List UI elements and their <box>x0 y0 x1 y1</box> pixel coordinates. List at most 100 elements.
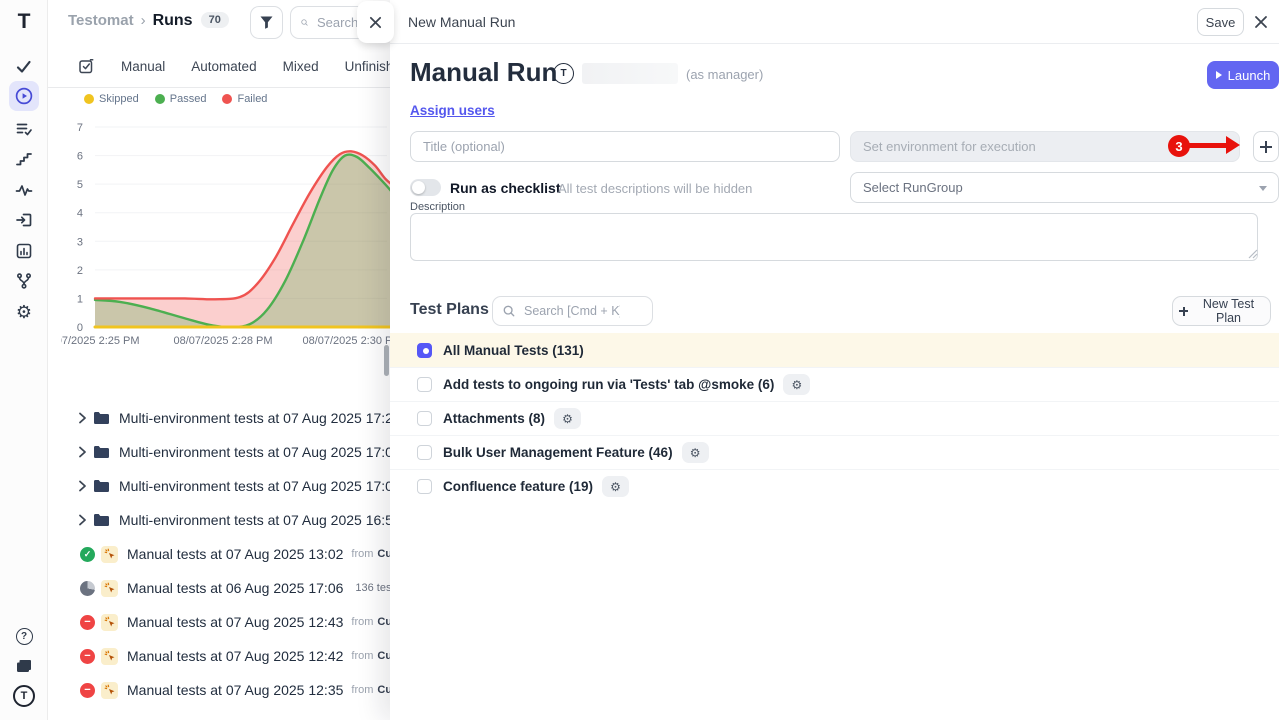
new-manual-run-panel: New Manual Run Save Manual Run T (as man… <box>390 0 1279 720</box>
run-label: Multi-environment tests at 07 Aug 2025 1… <box>119 410 390 426</box>
close-icon <box>1254 15 1268 29</box>
tab-automated[interactable]: Automated <box>191 59 256 74</box>
settings-nav[interactable]: ⚙ <box>0 301 48 323</box>
panel-edge-close-button[interactable] <box>357 1 394 43</box>
annotation-arrowhead-icon <box>1226 136 1240 154</box>
test-plans-heading: Test Plans <box>410 301 489 319</box>
testomat-logo[interactable]: T <box>0 8 48 36</box>
save-button[interactable]: Save <box>1197 8 1244 36</box>
run-row[interactable]: Manual tests at 07 Aug 2025 12:42 from C… <box>48 639 390 673</box>
run-folder-row[interactable]: Multi-environment tests at 07 Aug 2025 1… <box>48 401 390 435</box>
new-test-plan-label: New Test Plan <box>1193 297 1264 325</box>
legend-dot <box>84 94 94 104</box>
runs-check-icon[interactable] <box>0 57 48 77</box>
legend-dot <box>222 94 232 104</box>
pulse-icon[interactable] <box>0 180 48 200</box>
test-plan-label: Bulk User Management Feature (46) <box>443 445 673 460</box>
test-plan-label: Confluence feature (19) <box>443 479 593 494</box>
test-plan-row[interactable]: Bulk User Management Feature (46) ⚙ <box>390 435 1279 469</box>
test-plan-checkbox[interactable] <box>417 377 432 392</box>
legend-item-skipped[interactable]: Skipped <box>84 93 139 105</box>
add-environment-button[interactable] <box>1253 131 1279 162</box>
test-plans-search-input[interactable] <box>522 303 622 319</box>
legend-item-failed[interactable]: Failed <box>222 93 267 105</box>
svg-text:5: 5 <box>77 179 83 191</box>
tab-mixed[interactable]: Mixed <box>283 59 319 74</box>
folder-icon <box>93 513 110 527</box>
new-test-plan-button[interactable]: New Test Plan <box>1172 296 1271 326</box>
run-heading: Manual Run <box>410 57 557 88</box>
chevron-right-icon[interactable] <box>78 514 87 526</box>
test-plan-settings-button[interactable]: ⚙ <box>682 442 709 463</box>
chart-legend: Skipped Passed Failed <box>84 93 267 105</box>
test-plan-settings-button[interactable]: ⚙ <box>783 374 810 395</box>
test-plan-checkbox[interactable] <box>417 411 432 426</box>
svg-text:08/07/2025 2:28 PM: 08/07/2025 2:28 PM <box>173 335 272 347</box>
gear-icon: ⚙ <box>791 379 802 391</box>
description-textarea[interactable] <box>410 213 1258 261</box>
run-label: Manual tests at 06 Aug 2025 17:06 <box>127 580 343 596</box>
runs-list-scrollbar[interactable] <box>384 345 389 376</box>
legend-item-passed[interactable]: Passed <box>155 93 207 105</box>
breadcrumb-page[interactable]: Runs <box>153 12 193 29</box>
panel-close-button[interactable] <box>1251 12 1271 32</box>
run-folder-row[interactable]: Multi-environment tests at 07 Aug 2025 1… <box>48 503 390 537</box>
test-plan-row[interactable]: All Manual Tests (131) <box>390 333 1279 367</box>
breadcrumb-app[interactable]: Testomat <box>68 12 134 29</box>
svg-text:4: 4 <box>77 208 83 220</box>
manual-run-icon <box>101 648 118 665</box>
test-plan-checkbox[interactable] <box>417 343 432 358</box>
runs-nav-active[interactable] <box>0 81 48 111</box>
run-meta-prefix: from <box>351 684 373 696</box>
chevron-right-icon[interactable] <box>78 446 87 458</box>
test-plan-label: All Manual Tests (131) <box>443 343 584 358</box>
test-plan-row[interactable]: Add tests to ongoing run via 'Tests' tab… <box>390 367 1279 401</box>
filter-button[interactable] <box>250 6 283 39</box>
test-plan-settings-button[interactable]: ⚙ <box>554 408 581 429</box>
tab-manual[interactable]: Manual <box>121 59 165 74</box>
run-row[interactable]: Manual tests at 07 Aug 2025 12:43 from C… <box>48 605 390 639</box>
steps-icon[interactable] <box>0 149 48 169</box>
breadcrumb: Testomat›Runs70 <box>68 12 229 30</box>
rungroup-select[interactable]: Select RunGroup <box>850 172 1279 203</box>
run-row[interactable]: Manual tests at 06 Aug 2025 17:06 136 te… <box>48 571 390 605</box>
test-plan-row[interactable]: Attachments (8) ⚙ <box>390 401 1279 435</box>
icon-rail: T ⚙ ? <box>0 0 48 720</box>
run-row[interactable]: Manual tests at 07 Aug 2025 13:02 from C… <box>48 537 390 571</box>
gear-icon: ⚙ <box>690 447 701 459</box>
breadcrumb-separator: › <box>141 12 146 29</box>
search-icon <box>503 305 515 317</box>
manual-run-icon <box>101 580 118 597</box>
tab-unfinished[interactable]: Unfinished <box>345 59 390 74</box>
test-plan-checkbox[interactable] <box>417 479 432 494</box>
checklist-hint: All test descriptions will be hidden <box>558 181 752 196</box>
owner-avatar-icon: T <box>553 63 574 84</box>
run-folder-row[interactable]: Multi-environment tests at 07 Aug 2025 1… <box>48 435 390 469</box>
svg-text:0: 0 <box>77 322 83 334</box>
description-label: Description <box>410 201 465 213</box>
list-check-icon[interactable] <box>0 119 48 139</box>
branch-icon[interactable] <box>0 271 48 291</box>
run-title-input[interactable] <box>410 131 840 162</box>
run-meta-prefix: from <box>351 548 373 560</box>
test-plan-checkbox[interactable] <box>417 445 432 460</box>
help-button[interactable]: ? <box>0 626 48 646</box>
user-avatar[interactable]: T <box>0 684 48 708</box>
run-as-checklist-toggle[interactable] <box>410 179 441 196</box>
test-plan-settings-button[interactable]: ⚙ <box>602 476 629 497</box>
run-meta-prefix: from <box>351 616 373 628</box>
chevron-right-icon[interactable] <box>78 480 87 492</box>
run-folder-row[interactable]: Multi-environment tests at 07 Aug 2025 1… <box>48 469 390 503</box>
sign-in-icon[interactable] <box>0 210 48 230</box>
run-row[interactable]: Manual tests at 07 Aug 2025 12:35 from C… <box>48 673 390 707</box>
assign-users-link[interactable]: Assign users <box>410 103 495 118</box>
chevron-right-icon[interactable] <box>78 412 87 424</box>
search-icon <box>301 16 308 29</box>
folder-icon <box>93 445 110 459</box>
launch-button[interactable]: Launch <box>1207 61 1279 89</box>
test-plan-row[interactable]: Confluence feature (19) ⚙ <box>390 469 1279 503</box>
bulk-select-icon[interactable] <box>78 58 95 75</box>
test-plans-search[interactable] <box>492 296 653 326</box>
bar-chart-icon[interactable] <box>0 241 48 261</box>
projects-button[interactable] <box>0 656 48 676</box>
